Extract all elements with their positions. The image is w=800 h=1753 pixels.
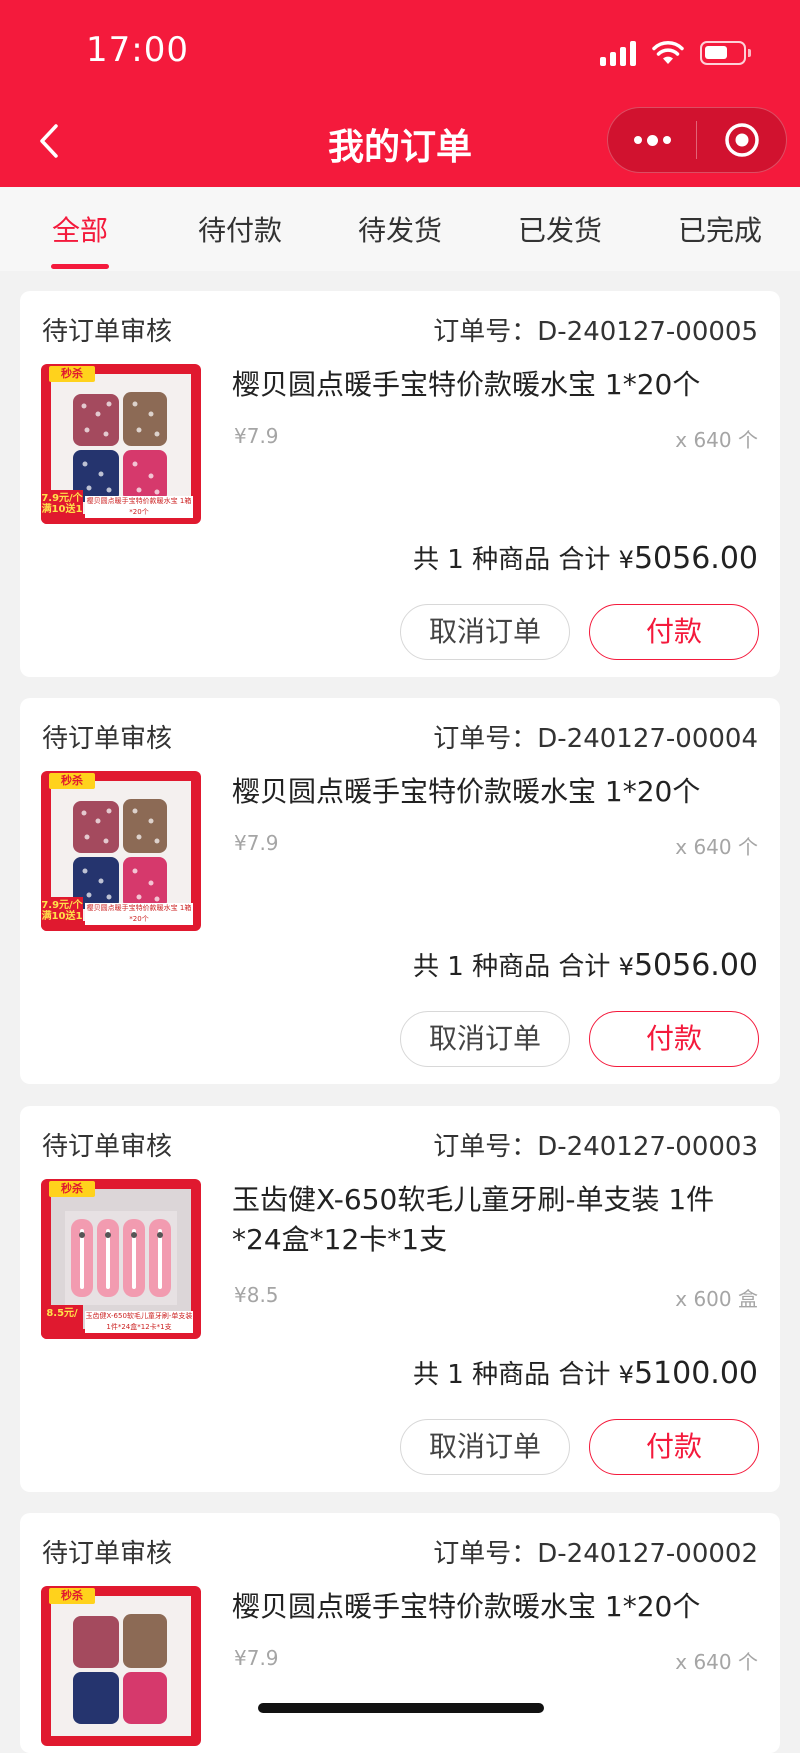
order-summary: 共 1 种商品 合计 ¥5100.00	[413, 1356, 758, 1391]
order-status: 待订单审核	[42, 1132, 173, 1162]
order-number: 订单号：D-240127-00004	[433, 724, 758, 754]
top-header: 17:00 我的订单	[0, 0, 800, 187]
thumb-price-tag: 7.9元/个 满10送1	[41, 490, 83, 524]
quantity: x 640 个	[675, 428, 758, 452]
tab-pending-payment[interactable]: 待付款	[170, 209, 310, 249]
order-summary: 共 1 种商品 合计 ¥5056.00	[413, 541, 758, 576]
unit-price: ¥8.5	[234, 1283, 279, 1307]
close-miniprogram-button[interactable]	[697, 121, 786, 159]
pay-button[interactable]: 付款	[589, 1011, 759, 1067]
target-icon	[724, 123, 759, 157]
product-thumbnail[interactable]: 秒杀	[41, 1586, 201, 1746]
wifi-icon	[652, 41, 684, 64]
order-total: 5100.00	[633, 1356, 758, 1391]
cancel-order-button[interactable]: 取消订单	[400, 1011, 570, 1067]
tab-all[interactable]: 全部	[10, 209, 150, 249]
order-number: 订单号：D-240127-00005	[433, 317, 758, 347]
pay-button[interactable]: 付款	[589, 604, 759, 660]
order-number: 订单号：D-240127-00002	[433, 1539, 758, 1569]
thumb-price-tag: 8.5元/	[41, 1305, 83, 1339]
product-title[interactable]: 玉齿健X-650软毛儿童牙刷-单支装 1件*24盒*12卡*1支	[232, 1180, 752, 1260]
product-title[interactable]: 樱贝圆点暖手宝特价款暖水宝 1*20个	[232, 365, 752, 405]
hand-warmer-image	[73, 1614, 167, 1724]
seckill-badge: 秒杀	[49, 1181, 95, 1197]
order-status: 待订单审核	[42, 317, 173, 347]
order-tabs: 全部 待付款 待发货 已发货 已完成	[0, 187, 800, 271]
order-status: 待订单审核	[42, 724, 173, 754]
pay-button[interactable]: 付款	[589, 1419, 759, 1475]
battery-icon	[700, 41, 751, 65]
thumb-caption: 樱贝圆点暖手宝特价款暖水宝 1箱*20个	[85, 496, 193, 518]
tab-pending-shipment[interactable]: 待发货	[330, 209, 470, 249]
quantity: x 640 个	[675, 835, 758, 859]
home-indicator[interactable]	[258, 1703, 544, 1713]
miniprogram-capsule	[607, 107, 787, 173]
order-card[interactable]: 待订单审核 订单号：D-240127-00004 秒杀 7.9元/个 满10送1…	[20, 698, 780, 1084]
active-tab-indicator	[51, 264, 109, 269]
product-title[interactable]: 樱贝圆点暖手宝特价款暖水宝 1*20个	[232, 1587, 752, 1627]
quantity: x 600 盒	[675, 1287, 758, 1311]
order-total: 5056.00	[633, 948, 758, 983]
thumb-price-tag: 7.9元/个 满10送1	[41, 897, 83, 931]
tab-completed[interactable]: 已完成	[650, 209, 790, 249]
status-icons	[600, 36, 751, 70]
cancel-order-button[interactable]: 取消订单	[400, 1419, 570, 1475]
unit-price: ¥7.9	[234, 424, 279, 448]
order-status: 待订单审核	[42, 1539, 173, 1569]
thumb-caption: 樱贝圆点暖手宝特价款暖水宝 1箱*20个	[85, 903, 193, 925]
seckill-badge: 秒杀	[49, 366, 95, 382]
seckill-badge: 秒杀	[49, 1588, 95, 1604]
tab-shipped[interactable]: 已发货	[490, 209, 630, 249]
status-time: 17:00	[86, 30, 189, 70]
product-title[interactable]: 樱贝圆点暖手宝特价款暖水宝 1*20个	[232, 772, 752, 812]
more-dots-icon	[633, 136, 642, 144]
order-card[interactable]: 待订单审核 订单号：D-240127-00005 秒杀 7.9元/个 满10送1…	[20, 291, 780, 677]
cancel-order-button[interactable]: 取消订单	[400, 604, 570, 660]
seckill-badge: 秒杀	[49, 773, 95, 789]
product-thumbnail[interactable]: 秒杀 8.5元/ 玉齿健X-650软毛儿童牙刷-单支装 1件*24盒*12卡*1…	[41, 1179, 201, 1339]
quantity: x 640 个	[675, 1650, 758, 1674]
order-number: 订单号：D-240127-00003	[433, 1132, 758, 1162]
order-total: 5056.00	[633, 541, 758, 576]
unit-price: ¥7.9	[234, 831, 279, 855]
thumb-caption: 玉齿健X-650软毛儿童牙刷-单支装 1件*24盒*12卡*1支	[85, 1311, 193, 1333]
more-button[interactable]	[608, 108, 696, 172]
cellular-signal-icon	[600, 40, 636, 66]
order-card[interactable]: 待订单审核 订单号：D-240127-00002 秒杀 樱贝圆点暖手宝特价款暖水…	[20, 1513, 780, 1753]
order-card[interactable]: 待订单审核 订单号：D-240127-00003 秒杀 8.5元/ 玉齿健X-6…	[20, 1106, 780, 1492]
product-thumbnail[interactable]: 秒杀 7.9元/个 满10送1 樱贝圆点暖手宝特价款暖水宝 1箱*20个	[41, 771, 201, 931]
product-thumbnail[interactable]: 秒杀 7.9元/个 满10送1 樱贝圆点暖手宝特价款暖水宝 1箱*20个	[41, 364, 201, 524]
unit-price: ¥7.9	[234, 1646, 279, 1670]
order-summary: 共 1 种商品 合计 ¥5056.00	[413, 948, 758, 983]
